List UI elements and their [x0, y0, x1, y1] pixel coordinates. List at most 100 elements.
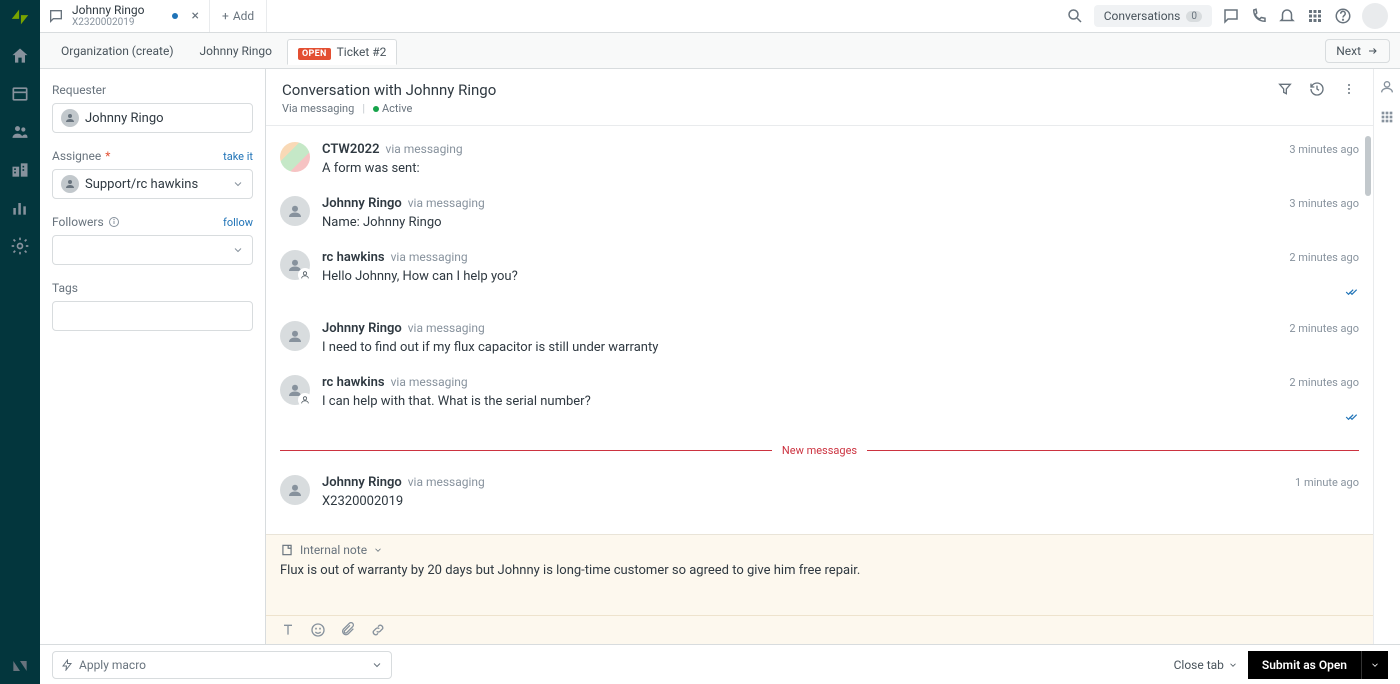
apply-macro-select[interactable]: Apply macro [52, 651, 392, 679]
conversations-label: Conversations [1104, 9, 1181, 23]
attachment-icon[interactable] [340, 622, 356, 638]
composer-mode-select[interactable]: Internal note [266, 535, 1373, 561]
customers-icon[interactable] [10, 122, 30, 142]
message: rc hawkinsvia messaging2 minutes agoHell… [280, 240, 1359, 311]
apps-icon[interactable] [1306, 7, 1324, 25]
take-it-link[interactable]: take it [223, 150, 253, 163]
message-time: 3 minutes ago [1289, 197, 1359, 210]
close-tab-icon[interactable]: × [192, 9, 199, 23]
message-time: 2 minutes ago [1289, 322, 1359, 335]
workspace-tab[interactable]: Johnny Ringo X2320002019 × [40, 0, 210, 32]
close-tab-button[interactable]: Close tab [1174, 658, 1238, 672]
admin-icon[interactable] [10, 236, 30, 256]
tags-field[interactable] [52, 301, 253, 331]
chevron-down-icon [1370, 660, 1380, 670]
assignee-field[interactable]: Support/rc hawkins [52, 169, 253, 199]
tab-organization[interactable]: Organization (create) [50, 38, 185, 64]
chevron-down-icon [1228, 660, 1238, 670]
views-icon[interactable] [10, 84, 30, 104]
more-icon[interactable] [1341, 81, 1357, 97]
filter-icon[interactable] [1277, 81, 1293, 97]
unsaved-dot-icon [172, 13, 178, 19]
read-receipt-icon [322, 286, 1359, 301]
submit-dropdown-button[interactable] [1361, 651, 1388, 679]
search-icon[interactable] [1066, 7, 1084, 25]
agent-badge-icon [298, 393, 312, 407]
message-author: rc hawkins [322, 250, 385, 265]
message-via: via messaging [408, 196, 485, 210]
avatar [280, 375, 310, 405]
message-via: via messaging [391, 375, 468, 389]
next-ticket-button[interactable]: Next [1325, 39, 1390, 63]
profile-avatar[interactable] [1362, 3, 1388, 29]
new-messages-divider: New messages [280, 444, 1359, 457]
history-icon[interactable] [1309, 81, 1325, 97]
message-author: Johnny Ringo [322, 475, 402, 490]
message-text: X2320002019 [322, 494, 1359, 509]
help-icon[interactable] [1334, 7, 1352, 25]
conversations-count: 0 [1186, 11, 1202, 22]
scrollbar-thumb[interactable] [1365, 136, 1371, 196]
conversation-scroll[interactable]: CTW2022via messaging3 minutes agoA form … [266, 126, 1373, 534]
conversations-button[interactable]: Conversations 0 [1094, 5, 1212, 27]
home-icon[interactable] [10, 46, 30, 66]
top-bar: Johnny Ringo X2320002019 × + Add Convers… [40, 0, 1400, 33]
assignee-value: Support/rc hawkins [85, 177, 198, 192]
link-icon[interactable] [370, 622, 386, 638]
talk-icon[interactable] [1222, 7, 1240, 25]
add-tab-label: Add [233, 9, 254, 23]
zendesk-products-icon[interactable] [10, 656, 30, 676]
submit-button[interactable]: Submit as Open [1248, 651, 1361, 679]
followers-label: Followers [52, 215, 120, 229]
agent-badge-icon [298, 268, 312, 282]
chevron-down-icon [232, 244, 244, 256]
add-tab-button[interactable]: + Add [210, 0, 267, 32]
context-rail [1374, 69, 1400, 644]
message-time: 3 minutes ago [1289, 143, 1359, 156]
message: rc hawkinsvia messaging2 minutes agoI ca… [280, 365, 1359, 436]
apps-panel-icon[interactable] [1379, 109, 1395, 125]
message-text: A form was sent: [322, 161, 1359, 176]
text-format-icon[interactable] [280, 622, 296, 638]
message: Johnny Ringovia messaging2 minutes agoI … [280, 311, 1359, 365]
reporting-icon[interactable] [10, 198, 30, 218]
message-via: via messaging [408, 475, 485, 489]
composer-textarea[interactable]: Flux is out of warranty by 20 days but J… [266, 561, 1373, 615]
message-via: via messaging [386, 142, 463, 156]
info-icon [108, 216, 120, 228]
user-context-icon[interactable] [1379, 79, 1395, 95]
phone-icon[interactable] [1250, 7, 1268, 25]
follow-link[interactable]: follow [223, 216, 253, 229]
message-via: via messaging [408, 321, 485, 335]
requester-value: Johnny Ringo [85, 111, 164, 126]
person-icon [61, 109, 79, 127]
followers-field[interactable] [52, 235, 253, 265]
message-text: I need to find out if my flux capacitor … [322, 340, 1359, 355]
requester-field[interactable]: Johnny Ringo [52, 103, 253, 133]
ticket-tabs-bar: Organization (create) Johnny Ringo OPENT… [40, 33, 1400, 69]
tab-requester[interactable]: Johnny Ringo [189, 38, 284, 64]
ticket-footer: Apply macro Close tab Submit as Open [40, 644, 1400, 684]
assignee-label: Assignee* [52, 149, 110, 163]
composer-mode-label: Internal note [300, 543, 367, 557]
organizations-icon[interactable] [10, 160, 30, 180]
nav-rail [0, 0, 40, 684]
composer: Internal note Flux is out of warranty by… [266, 534, 1373, 644]
avatar [280, 250, 310, 280]
conversation-status: Active [382, 102, 412, 115]
person-icon [61, 175, 79, 193]
read-receipt-icon [322, 411, 1359, 426]
tab-ticket[interactable]: OPENTicket #2 [287, 39, 397, 65]
conversation-via: Via messaging [282, 102, 354, 115]
message: Johnny Ringovia messaging1 minute agoX23… [280, 465, 1359, 519]
close-tab-label: Close tab [1174, 658, 1224, 672]
message-text: Name: Johnny Ringo [322, 215, 1359, 230]
emoji-icon[interactable] [310, 622, 326, 638]
tab-title: Johnny Ringo [72, 4, 145, 17]
notifications-icon[interactable] [1278, 7, 1296, 25]
chevron-down-icon [371, 659, 383, 671]
tags-label: Tags [52, 281, 253, 295]
status-dot-icon [373, 106, 379, 112]
status-badge: OPEN [298, 48, 331, 60]
plus-icon: + [222, 9, 229, 23]
